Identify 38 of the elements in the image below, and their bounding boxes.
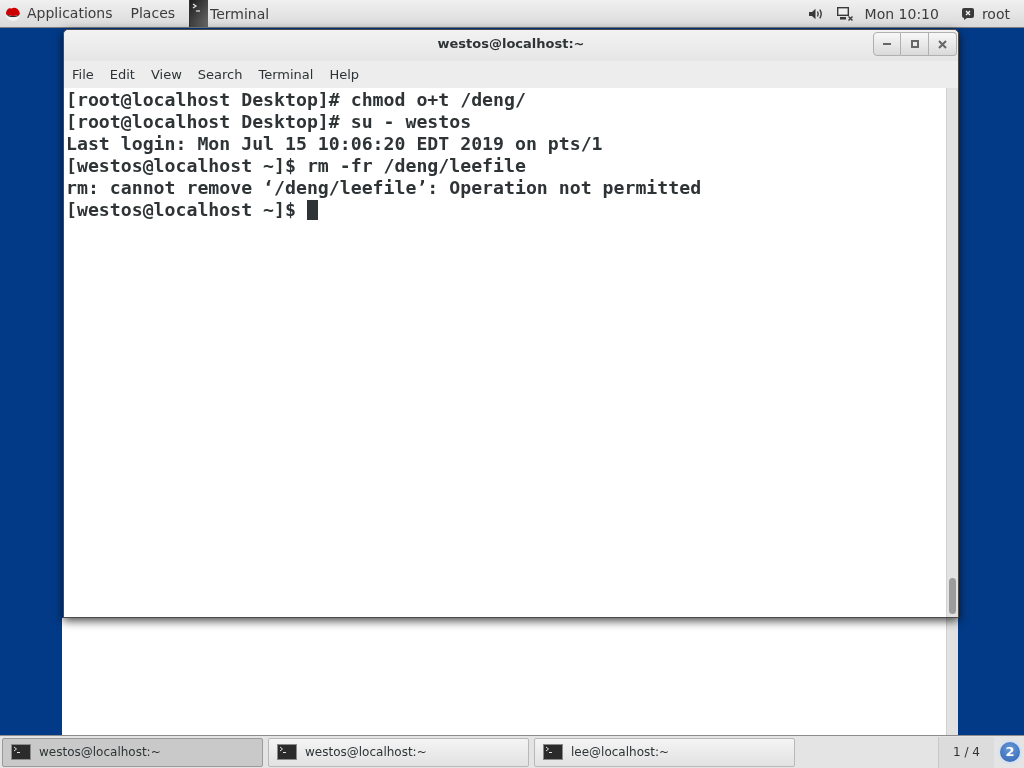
top-menu[interactable]: Places <box>130 0 176 27</box>
hat-icon <box>5 6 21 21</box>
window-title: westos@localhost:~ <box>437 35 585 53</box>
close-button[interactable] <box>929 32 957 56</box>
terminal-icon <box>190 0 209 27</box>
terminal-icon <box>277 744 297 760</box>
terminal-line: Last login: Mon Jul 15 10:06:20 EDT 2019 on pts/1 <box>66 133 603 155</box>
scrollbar-thumb[interactable] <box>949 578 956 614</box>
clock[interactable]: Mon 10:10 <box>864 5 939 22</box>
menu-item[interactable]: Terminal <box>250 62 322 87</box>
taskbar-item[interactable]: westos@localhost:~ <box>2 737 263 767</box>
terminal-line: rm: cannot remove ‘/deng/leefile’: Operation not permitted <box>66 177 702 199</box>
terminal-line: [westos@localhost ~]$ <box>66 199 296 221</box>
terminal-icon <box>543 744 563 760</box>
taskbar-item[interactable]: lee@localhost:~ <box>534 737 795 767</box>
menu-item[interactable]: Help <box>321 62 368 87</box>
terminal-line: [root@localhost Desktop]# chmod o+t /deng/ <box>66 89 526 111</box>
menu-item[interactable]: Edit <box>101 62 143 87</box>
status-icon <box>961 7 974 20</box>
terminal-line: [westos@localhost ~]$ rm -fr /deng/leefile <box>66 155 526 177</box>
top-menu[interactable]: Applications <box>27 0 113 27</box>
maximize-icon <box>910 40 919 48</box>
terminal-icon <box>11 744 31 760</box>
minimize-icon <box>883 43 891 45</box>
close-icon <box>938 39 947 49</box>
taskbar-item[interactable]: westos@localhost:~ <box>268 737 529 767</box>
scrollbar[interactable] <box>946 618 958 735</box>
minimize-button[interactable] <box>873 32 901 56</box>
maximize-button[interactable] <box>901 32 929 56</box>
network-icon[interactable] <box>836 6 853 21</box>
menu-item[interactable]: Search <box>189 62 251 87</box>
terminal-line: [root@localhost Desktop]# su - westos <box>66 111 472 133</box>
menu-item[interactable]: View <box>142 62 190 87</box>
workspace-indicator[interactable]: 1 / 4 <box>938 736 994 768</box>
menu-item[interactable]: File <box>64 62 102 87</box>
user-menu-button[interactable]: root <box>961 5 1010 22</box>
app-menu-button[interactable]: Terminal <box>189 0 270 27</box>
volume-icon[interactable] <box>808 7 823 20</box>
